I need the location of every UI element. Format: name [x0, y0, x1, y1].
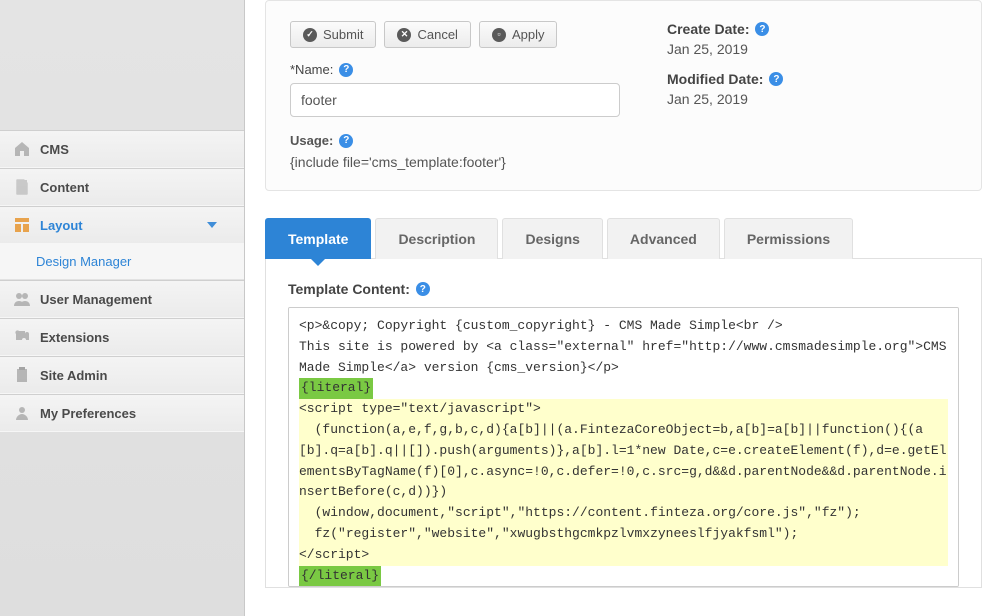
sidebar-item-layout[interactable]: Layout	[0, 206, 244, 244]
submit-button[interactable]: ✓ Submit	[290, 21, 376, 48]
modified-date-label: Modified Date: ?	[667, 71, 957, 87]
sidebar-item-extensions[interactable]: Extensions	[0, 318, 244, 356]
clipboard-icon	[14, 367, 30, 383]
tab-bar: Template Description Designs Advanced Pe…	[265, 217, 982, 259]
apply-icon: ▫	[492, 28, 506, 42]
help-icon[interactable]: ?	[339, 134, 353, 148]
check-icon: ✓	[303, 28, 317, 42]
cancel-button[interactable]: ✕ Cancel	[384, 21, 470, 48]
sidebar-item-site-admin[interactable]: Site Admin	[0, 356, 244, 394]
template-content-label: Template Content: ?	[288, 281, 959, 297]
name-label: *Name: ?	[290, 62, 627, 77]
sidebar-item-label: My Preferences	[40, 406, 136, 421]
sidebar-item-label: Site Admin	[40, 368, 107, 383]
help-icon[interactable]: ?	[416, 282, 430, 296]
help-icon[interactable]: ?	[755, 22, 769, 36]
user-icon	[14, 405, 30, 421]
sidebar-item-label: CMS	[40, 142, 69, 157]
tab-description[interactable]: Description	[375, 218, 498, 259]
create-date-label: Create Date: ?	[667, 21, 957, 37]
chevron-down-icon	[204, 217, 220, 233]
create-date-value: Jan 25, 2019	[667, 41, 957, 57]
main-content: ✓ Submit ✕ Cancel ▫ Apply *Name	[245, 0, 1002, 616]
sidebar-item-label: User Management	[40, 292, 152, 307]
sidebar-subitem-design-manager[interactable]: Design Manager	[0, 244, 244, 280]
sidebar: CMS Content Layout Design Manager User M…	[0, 0, 245, 616]
tab-designs[interactable]: Designs	[502, 218, 602, 259]
tab-panel-template: Template Content: ? <p>&copy; Copyright …	[265, 259, 982, 588]
sidebar-item-label: Extensions	[40, 330, 109, 345]
help-icon[interactable]: ?	[339, 63, 353, 77]
layout-icon	[14, 217, 30, 233]
sidebar-item-content[interactable]: Content	[0, 168, 244, 206]
page-icon	[14, 179, 30, 195]
apply-button[interactable]: ▫ Apply	[479, 21, 558, 48]
tab-permissions[interactable]: Permissions	[724, 218, 853, 259]
sidebar-item-cms[interactable]: CMS	[0, 130, 244, 168]
puzzle-icon	[14, 329, 30, 345]
close-icon: ✕	[397, 28, 411, 42]
sidebar-item-label: Content	[40, 180, 89, 195]
tab-advanced[interactable]: Advanced	[607, 218, 720, 259]
modified-date-value: Jan 25, 2019	[667, 91, 957, 107]
form-panel: ✓ Submit ✕ Cancel ▫ Apply *Name	[265, 0, 982, 191]
sidebar-item-my-preferences[interactable]: My Preferences	[0, 394, 244, 432]
name-input[interactable]	[290, 83, 620, 117]
action-toolbar: ✓ Submit ✕ Cancel ▫ Apply	[290, 21, 627, 48]
sidebar-item-user-management[interactable]: User Management	[0, 280, 244, 318]
usage-value: {include file='cms_template:footer'}	[290, 154, 627, 170]
sidebar-item-label: Layout	[40, 218, 83, 233]
users-icon	[14, 291, 30, 307]
tab-template[interactable]: Template	[265, 218, 371, 259]
usage-label: Usage: ?	[290, 133, 627, 148]
home-icon	[14, 141, 30, 157]
help-icon[interactable]: ?	[769, 72, 783, 86]
template-content-editor[interactable]: <p>&copy; Copyright {custom_copyright} -…	[288, 307, 959, 587]
